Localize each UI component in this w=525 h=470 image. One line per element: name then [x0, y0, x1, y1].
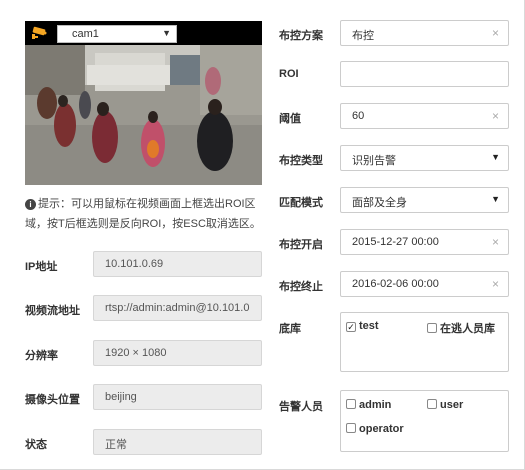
- info-circle-icon: i: [25, 199, 36, 210]
- alarm-option-label: operator: [359, 423, 404, 435]
- checkbox[interactable]: [346, 423, 356, 433]
- caret-down-icon: ▼: [491, 194, 500, 204]
- alarm-label: 告警人员: [279, 401, 323, 413]
- ip-value: 10.101.0.69: [105, 258, 164, 270]
- location-label: 摄像头位置: [25, 394, 80, 406]
- video-preview[interactable]: cam1 ▼: [25, 21, 262, 185]
- alarm-option-label: admin: [359, 399, 392, 411]
- roi-label: ROI: [279, 68, 299, 80]
- stream-field: rtsp://admin:admin@10.101.0: [93, 295, 262, 321]
- match-label: 匹配模式: [279, 197, 323, 209]
- alarm-option-label: user: [440, 399, 464, 411]
- stream-label: 视频流地址: [25, 305, 80, 317]
- resolution-field: 1920 × 1080: [93, 340, 262, 366]
- threshold-value: 60: [352, 110, 365, 122]
- type-value: 识别告警: [352, 155, 396, 167]
- stream-value: rtsp://admin:admin@10.101.0: [105, 302, 250, 314]
- caret-down-icon: ▼: [162, 28, 171, 38]
- library-option-fugitive[interactable]: 在逃人员库: [427, 320, 495, 336]
- end-label: 布控终止: [279, 281, 323, 293]
- resolution-label: 分辨率: [25, 350, 58, 362]
- library-checkbox-group: ✓ test 在逃人员库: [340, 312, 509, 372]
- caret-down-icon: ▼: [491, 152, 500, 162]
- checkbox[interactable]: [427, 323, 437, 333]
- status-label: 状态: [25, 439, 47, 451]
- close-icon[interactable]: ×: [492, 277, 499, 291]
- plan-value: 布控: [352, 30, 374, 42]
- video-frame-image: [25, 45, 262, 185]
- status-field: 正常: [93, 429, 262, 455]
- location-value: beijing: [105, 391, 137, 403]
- match-select[interactable]: 面部及全身 ▼: [340, 187, 509, 213]
- library-label: 底库: [279, 323, 301, 335]
- library-option-test[interactable]: ✓ test: [346, 320, 379, 332]
- end-value: 2016-02-06 00:00: [352, 278, 439, 290]
- type-label: 布控类型: [279, 155, 323, 167]
- type-select[interactable]: 识别告警 ▼: [340, 145, 509, 171]
- end-datetime-input[interactable]: 2016-02-06 00:00 ×: [340, 271, 509, 297]
- plan-input[interactable]: 布控 ×: [340, 20, 509, 46]
- plan-label: 布控方案: [279, 30, 323, 42]
- library-option-label: test: [359, 320, 379, 332]
- security-camera-icon: [32, 26, 47, 39]
- camera-select-value: cam1: [72, 28, 99, 40]
- ip-label: IP地址: [25, 261, 58, 273]
- camera-select[interactable]: cam1 ▼: [57, 25, 177, 43]
- close-icon[interactable]: ×: [492, 109, 499, 123]
- match-value: 面部及全身: [352, 197, 407, 209]
- ip-field: 10.101.0.69: [93, 251, 262, 277]
- status-value: 正常: [105, 439, 127, 451]
- location-field: beijing: [93, 384, 262, 410]
- checkbox[interactable]: [427, 399, 437, 409]
- roi-input[interactable]: [340, 61, 509, 87]
- start-datetime-input[interactable]: 2015-12-27 00:00 ×: [340, 229, 509, 255]
- alarm-option-admin[interactable]: admin: [346, 399, 391, 411]
- close-icon[interactable]: ×: [492, 235, 499, 249]
- start-label: 布控开启: [279, 239, 323, 251]
- threshold-input[interactable]: 60 ×: [340, 103, 509, 129]
- checkmark-icon[interactable]: ✓: [346, 322, 356, 332]
- roi-hint-text: 提示：可以用鼠标在视频画面上框选出ROI区域，按T后框选则是反向ROI，按ESC…: [25, 198, 261, 230]
- alarm-option-user[interactable]: user: [427, 399, 463, 411]
- threshold-label: 阈值: [279, 113, 301, 125]
- close-icon[interactable]: ×: [492, 26, 499, 40]
- library-option-label: 在逃人员库: [440, 323, 495, 335]
- checkbox[interactable]: [346, 399, 356, 409]
- resolution-value: 1920 × 1080: [105, 347, 167, 359]
- start-value: 2015-12-27 00:00: [352, 236, 439, 248]
- alarm-option-operator[interactable]: operator: [346, 423, 404, 435]
- roi-hint: i 提示：可以用鼠标在视频画面上框选出ROI区域，按T后框选则是反向ROI，按ES…: [25, 194, 265, 234]
- alarm-checkbox-group: admin user operator: [340, 390, 509, 452]
